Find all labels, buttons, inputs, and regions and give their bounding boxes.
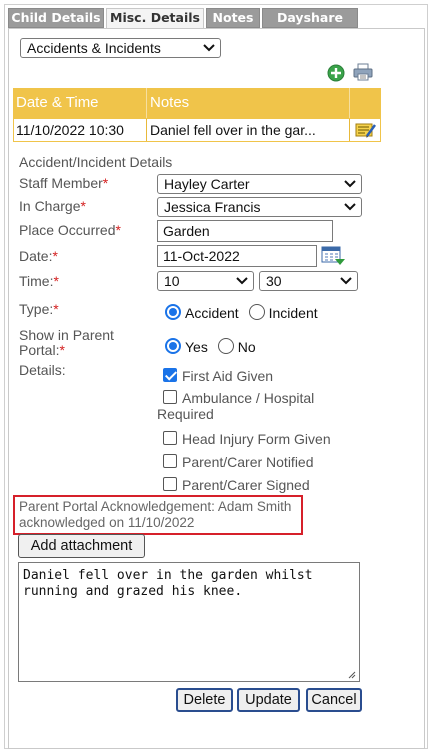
parent-notified-checkbox-row: Parent/Carer Notified xyxy=(163,454,314,470)
required-marker: * xyxy=(115,222,121,238)
portal-acknowledgement: Parent Portal Acknowledgement: Adam Smit… xyxy=(13,495,303,535)
category-select-value: Accidents & Incidents xyxy=(27,40,161,56)
delete-button[interactable]: Delete xyxy=(176,688,233,712)
time-minute-value: 30 xyxy=(266,273,282,289)
row-notes: Daniel fell over in the gar... xyxy=(150,122,316,138)
add-circle-icon[interactable] xyxy=(327,64,345,82)
grid-header: Date & Time Notes xyxy=(13,88,381,118)
column-divider xyxy=(349,119,350,141)
in-charge-label-text: In Charge xyxy=(19,198,81,214)
tab-misc-details[interactable]: Misc. Details xyxy=(106,8,204,30)
details-label: Details: xyxy=(19,362,66,378)
category-select[interactable]: Accidents & Incidents xyxy=(20,38,221,58)
tab-dayshare[interactable]: Dayshare xyxy=(262,8,358,28)
tab-child-details[interactable]: Child Details xyxy=(8,8,104,28)
portal-yes-label[interactable]: Yes xyxy=(185,339,208,355)
table-row[interactable]: 11/10/2022 10:30 Daniel fell over in the… xyxy=(13,118,381,142)
edit-note-icon[interactable] xyxy=(355,122,377,138)
time-minute-select[interactable]: 30 xyxy=(259,271,358,291)
column-divider xyxy=(349,88,350,118)
ambulance-checkbox[interactable] xyxy=(163,390,177,404)
required-marker: * xyxy=(80,198,86,214)
staff-member-select[interactable]: Hayley Carter xyxy=(157,174,362,194)
parent-notified-checkbox[interactable] xyxy=(163,454,177,468)
required-marker: * xyxy=(59,342,65,358)
required-marker: * xyxy=(52,248,58,264)
tab-notes[interactable]: Notes xyxy=(206,8,260,28)
date-label-text: Date: xyxy=(19,248,53,264)
staff-member-value: Hayley Carter xyxy=(164,176,250,192)
ambulance-label-line2[interactable]: Required xyxy=(157,406,214,422)
portal-no-radio[interactable] xyxy=(217,338,234,354)
in-charge-select[interactable]: Jessica Francis xyxy=(157,197,362,217)
place-occurred-label-text: Place Occurred xyxy=(19,222,116,238)
row-date-time: 11/10/2022 10:30 xyxy=(16,122,124,138)
cancel-button[interactable]: Cancel xyxy=(306,688,362,712)
first-aid-checkbox-row: First Aid Given xyxy=(163,368,273,384)
portal-yes-radio[interactable] xyxy=(165,338,181,354)
type-incident-label[interactable]: Incident xyxy=(269,305,318,321)
required-marker: * xyxy=(102,175,109,191)
chevron-down-icon xyxy=(344,203,356,211)
required-marker: * xyxy=(53,301,59,317)
staff-member-label-text: Staff Member xyxy=(19,175,103,191)
head-injury-checkbox[interactable] xyxy=(163,431,177,445)
parent-signed-checkbox-row: Parent/Carer Signed xyxy=(163,477,310,493)
type-incident-radio[interactable] xyxy=(248,304,265,320)
type-accident-radio[interactable] xyxy=(165,304,181,320)
calendar-icon[interactable] xyxy=(321,246,345,266)
parent-signed-label[interactable]: Parent/Carer Signed xyxy=(182,477,310,493)
place-occurred-label: Place Occurred* xyxy=(19,222,121,238)
place-occurred-input[interactable]: Garden xyxy=(157,220,333,242)
show-in-portal-radio-group: Yes No xyxy=(165,338,256,355)
parent-signed-checkbox[interactable] xyxy=(163,477,177,491)
update-button[interactable]: Update xyxy=(237,688,300,712)
time-hour-value: 10 xyxy=(164,273,180,289)
acknowledgement-line1: Parent Portal Acknowledgement: Adam Smit… xyxy=(19,499,292,514)
head-injury-checkbox-row: Head Injury Form Given xyxy=(163,431,331,447)
type-accident-label[interactable]: Accident xyxy=(185,305,239,321)
notes-textarea[interactable]: Daniel fell over in the garden whilst ru… xyxy=(18,562,360,682)
misc-details-panel: Accidents & Incidents Date & Time Notes … xyxy=(8,28,425,749)
show-in-portal-label-line1: Show in Parent xyxy=(19,327,114,343)
column-divider xyxy=(146,88,147,118)
staff-member-label: Staff Member* xyxy=(19,175,108,191)
ambulance-label-line1[interactable]: Ambulance / Hospital xyxy=(182,390,314,406)
section-title: Accident/Incident Details xyxy=(19,154,173,170)
time-label: Time:* xyxy=(19,273,59,289)
date-label: Date:* xyxy=(19,248,58,264)
type-label-text: Type: xyxy=(19,301,54,317)
time-label-text: Time: xyxy=(19,273,54,289)
ambulance-checkbox-row: Ambulance / Hospital Required xyxy=(157,390,314,422)
portal-no-label[interactable]: No xyxy=(238,339,256,355)
resize-handle-icon[interactable] xyxy=(346,669,356,679)
show-in-portal-label-line2: Portal: xyxy=(19,342,60,358)
add-attachment-button[interactable]: Add attachment xyxy=(18,534,145,558)
column-header-date-time[interactable]: Date & Time xyxy=(13,88,147,118)
in-charge-value: Jessica Francis xyxy=(164,199,261,215)
first-aid-label[interactable]: First Aid Given xyxy=(182,368,273,384)
printer-icon[interactable] xyxy=(353,63,373,81)
chevron-down-icon xyxy=(203,44,215,52)
date-input[interactable]: 11-Oct-2022 xyxy=(157,245,317,267)
column-header-notes[interactable]: Notes xyxy=(147,88,349,118)
chevron-down-icon xyxy=(340,277,352,285)
show-in-portal-label: Show in Parent Portal:* xyxy=(19,328,114,358)
column-divider xyxy=(146,119,147,141)
acknowledgement-line2: acknowledged on 11/10/2022 xyxy=(19,515,195,530)
first-aid-checkbox[interactable] xyxy=(163,368,177,382)
parent-notified-label[interactable]: Parent/Carer Notified xyxy=(182,454,314,470)
in-charge-label: In Charge* xyxy=(19,198,86,214)
chevron-down-icon xyxy=(236,277,248,285)
head-injury-label[interactable]: Head Injury Form Given xyxy=(182,431,331,447)
type-label: Type:* xyxy=(19,301,59,317)
chevron-down-icon xyxy=(344,180,356,188)
time-hour-select[interactable]: 10 xyxy=(157,271,254,291)
required-marker: * xyxy=(53,273,59,289)
type-radio-group: Accident Incident xyxy=(165,304,318,321)
